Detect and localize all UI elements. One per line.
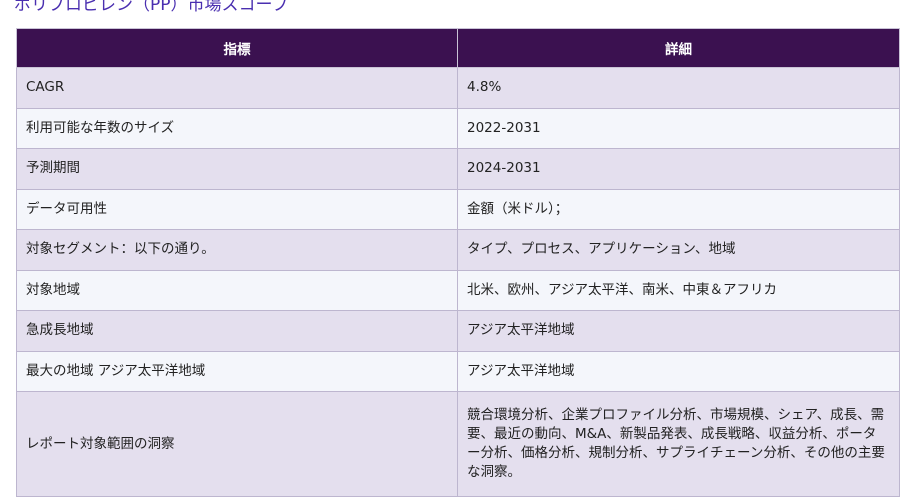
metric-cell: 予測期間 [16, 148, 458, 190]
table-row: CAGR 4.8% [16, 67, 900, 109]
table-row: データ可用性 金額（米ドル）； [16, 188, 900, 230]
detail-cell: 競合環境分析、企業プロファイル分析、市場規模、シェア、成長、需要、最近の動向、M… [457, 391, 900, 497]
page-title: ポリプロピレン（PP）市場スコープ [14, 0, 289, 15]
metric-cell: レポート対象範囲の洞察 [16, 391, 458, 497]
detail-cell: 4.8% [457, 67, 900, 109]
detail-cell: アジア太平洋地域 [457, 310, 900, 352]
market-scope-table: 指標 詳細 CAGR 4.8% 利用可能な年数のサイズ 2022-2031 予測… [16, 28, 900, 497]
metric-cell: 対象地域 [16, 269, 458, 311]
metric-cell: CAGR [16, 67, 458, 109]
detail-cell: アジア太平洋地域 [457, 350, 900, 392]
table-row: 利用可能な年数のサイズ 2022-2031 [16, 107, 900, 149]
table-header-row: 指標 詳細 [16, 28, 900, 68]
detail-cell: タイプ、プロセス、アプリケーション、地域 [457, 229, 900, 271]
metric-cell: 対象セグメント：以下の通り。 [16, 229, 458, 271]
metric-cell: 利用可能な年数のサイズ [16, 107, 458, 149]
table-row: 急成長地域 アジア太平洋地域 [16, 310, 900, 352]
detail-cell: 金額（米ドル）； [457, 188, 900, 230]
metric-cell: データ可用性 [16, 188, 458, 230]
detail-cell: 2022-2031 [457, 107, 900, 149]
column-header-detail: 詳細 [457, 28, 900, 68]
metric-cell: 最大の地域 アジア太平洋地域 [16, 350, 458, 392]
table-row: 予測期間 2024-2031 [16, 148, 900, 190]
column-header-metric: 指標 [16, 28, 458, 68]
table-row: 対象地域 北米、欧州、アジア太平洋、南米、中東＆アフリカ [16, 269, 900, 311]
table-row: 最大の地域 アジア太平洋地域 アジア太平洋地域 [16, 350, 900, 392]
table-row: 対象セグメント：以下の通り。 タイプ、プロセス、アプリケーション、地域 [16, 229, 900, 271]
metric-cell: 急成長地域 [16, 310, 458, 352]
table-row: レポート対象範囲の洞察 競合環境分析、企業プロファイル分析、市場規模、シェア、成… [16, 391, 900, 497]
detail-cell: 北米、欧州、アジア太平洋、南米、中東＆アフリカ [457, 269, 900, 311]
detail-cell: 2024-2031 [457, 148, 900, 190]
